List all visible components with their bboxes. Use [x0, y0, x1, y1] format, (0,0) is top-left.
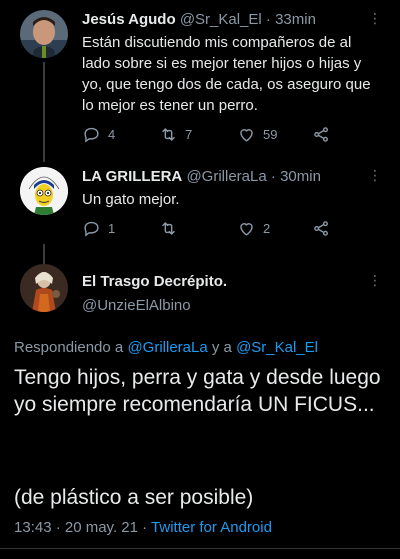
separator: ·: [270, 168, 276, 185]
tweet-text: Están discutiendo mis compañeros de al l…: [82, 34, 371, 114]
share-icon: [314, 221, 328, 236]
painting-avatar-icon: [20, 264, 68, 312]
tweet-text-continued: (de plástico a ser posible): [14, 486, 254, 509]
author-name[interactable]: LA GRILLERA: [82, 168, 182, 185]
separator: ·: [265, 11, 271, 28]
replying-prefix: Respondiendo a: [14, 339, 128, 356]
avatar[interactable]: [20, 264, 68, 312]
replying-to: Respondiendo a @GrilleraLa y a @Sr_Kal_E…: [14, 339, 318, 356]
tweet-header: Jesús Agudo @Sr_Kal_El · 33min: [82, 10, 316, 30]
mention-link[interactable]: @Sr_Kal_El: [236, 339, 318, 356]
cartoon-avatar-icon: [20, 167, 68, 215]
tweet-actions: 4 7 59: [82, 125, 342, 147]
reply-icon: [84, 221, 99, 237]
tweet-text: Un gato mejor.: [82, 191, 180, 208]
reply-count: 4: [108, 127, 116, 142]
retweet-count: 7: [185, 127, 193, 142]
tweet-timestamp[interactable]: 13:43 · 20 may. 21 ·: [14, 519, 151, 536]
mention-link[interactable]: @GrilleraLa: [127, 339, 207, 356]
thread-line: [43, 244, 45, 264]
avatar[interactable]: [20, 167, 68, 215]
more-options-icon[interactable]: ⋮: [368, 272, 383, 289]
share-icon: [314, 127, 328, 142]
reply-icon: [84, 127, 99, 143]
retweet-button[interactable]: [159, 219, 185, 238]
heart-icon: [240, 223, 253, 236]
reply-count: 1: [108, 221, 116, 236]
thread-line: [43, 62, 45, 162]
divider: [0, 548, 400, 549]
retweet-button[interactable]: 7: [159, 125, 192, 144]
replying-mid: y a: [207, 339, 237, 356]
more-options-icon[interactable]: ⋮: [368, 167, 383, 184]
client-link[interactable]: Twitter for Android: [151, 519, 272, 536]
author-handle[interactable]: @UnzieElAlbino: [82, 297, 191, 314]
reply-button[interactable]: 4: [82, 125, 115, 144]
user-photo-icon: [20, 10, 68, 58]
share-button[interactable]: [312, 219, 331, 238]
retweet-icon: [162, 222, 175, 235]
like-button[interactable]: 59: [237, 125, 277, 144]
heart-icon: [240, 129, 253, 142]
author-handle[interactable]: @Sr_Kal_El: [180, 11, 262, 28]
like-button[interactable]: 2: [237, 219, 270, 238]
retweet-icon: [162, 128, 175, 141]
tweet-time[interactable]: 33min: [275, 11, 316, 28]
avatar[interactable]: [20, 10, 68, 58]
tweet-actions: 1 2: [82, 219, 342, 241]
tweet-time[interactable]: 30min: [280, 168, 321, 185]
author-handle[interactable]: @GrilleraLa: [186, 168, 266, 185]
tweet-footer: 13:43 · 20 may. 21 · Twitter for Android: [14, 519, 272, 536]
author-name[interactable]: El Trasgo Decrépito.: [82, 273, 227, 290]
reply-button[interactable]: 1: [82, 219, 115, 238]
like-count: 2: [263, 221, 271, 236]
like-count: 59: [263, 127, 278, 142]
more-options-icon[interactable]: ⋮: [368, 10, 383, 27]
tweet-text: Tengo hijos, perra y gata y desde luego …: [14, 366, 381, 416]
share-button[interactable]: [312, 125, 331, 144]
author-name[interactable]: Jesús Agudo: [82, 11, 176, 28]
tweet-header: LA GRILLERA @GrilleraLa · 30min: [82, 167, 321, 187]
